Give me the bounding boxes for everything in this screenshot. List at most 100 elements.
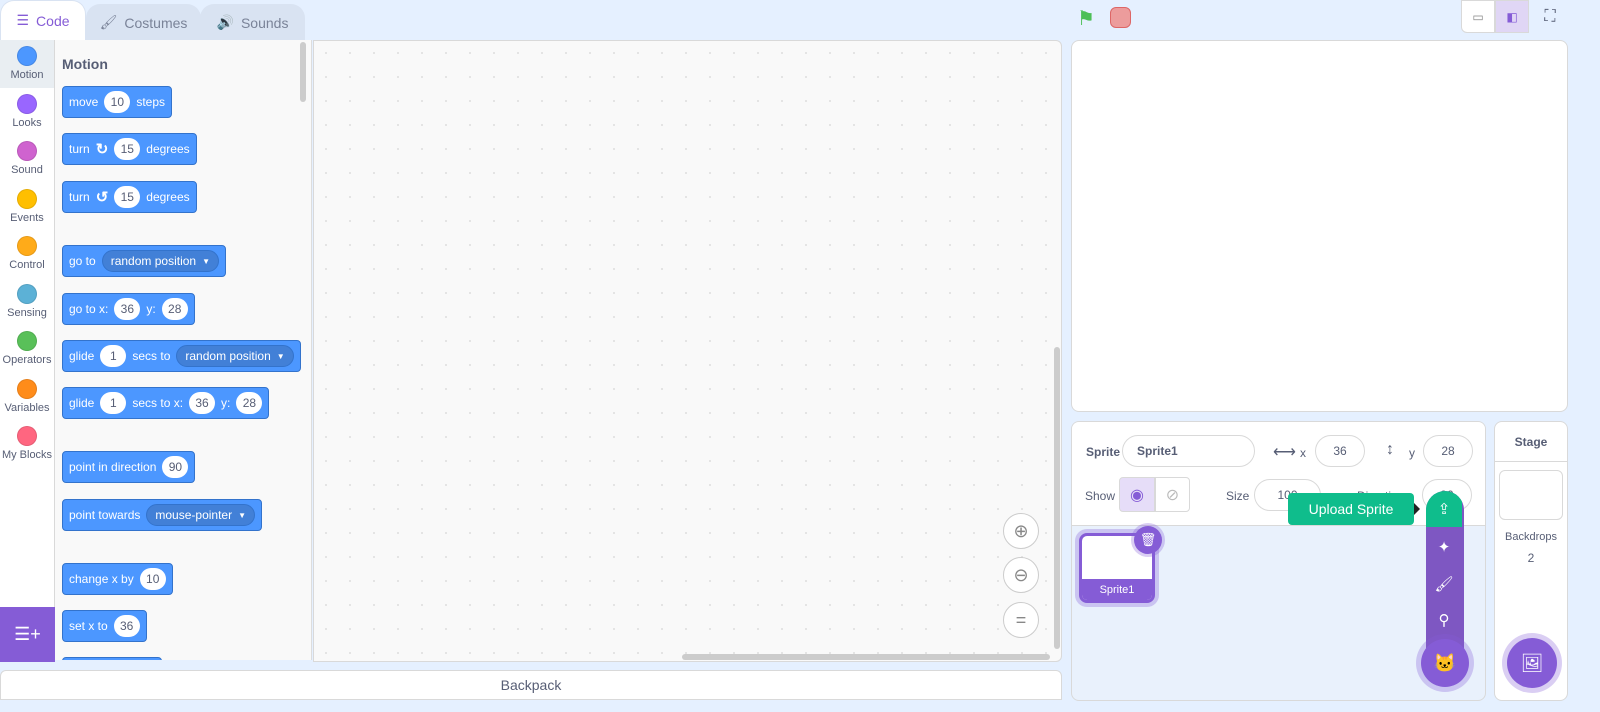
category-motion[interactable]: Motion [0, 40, 54, 88]
zoom-in-button[interactable]: ⊕ [1003, 513, 1039, 549]
category-variables[interactable]: Variables [0, 373, 54, 421]
category-sensing[interactable]: Sensing [0, 278, 54, 326]
category-dot-icon [17, 236, 37, 257]
block-palette: Motion move 10 steps turn ↻ 15 degrees turn ↺ 15 d… [55, 40, 312, 660]
block-label: secs to x: [132, 396, 184, 410]
category-looks[interactable]: Looks [0, 88, 54, 136]
block-label: glide [69, 349, 95, 363]
choose-sprite-cat-icon[interactable]: 🐱 [1421, 639, 1469, 687]
category-dot-icon [17, 426, 37, 447]
number-input[interactable]: 90 [162, 456, 189, 478]
number-input[interactable]: 10 [104, 91, 131, 113]
rotate-right-icon: ↻ [95, 141, 109, 158]
x-arrows-icon: ⟷ [1273, 444, 1296, 461]
number-input[interactable]: 28 [161, 298, 188, 320]
number-input[interactable]: 15 [114, 138, 141, 160]
motion-block[interactable]: go to x: 36 y: 28 [62, 293, 195, 325]
motion-block[interactable]: set x to 36 [62, 610, 147, 642]
motion-block[interactable]: glide 1 secs to x: 36 y: 28 [62, 387, 270, 419]
category-dot-icon [17, 93, 37, 114]
show-visible-eye-icon[interactable]: ◉ [1119, 477, 1155, 512]
surprise-sparkle-icon[interactable]: ✦ [1426, 529, 1462, 565]
block-label: change x by [69, 572, 134, 586]
backpack-header[interactable]: Backpack [0, 670, 1062, 700]
rotate-left-icon: ↺ [95, 189, 109, 206]
category-dot-icon [17, 141, 37, 162]
upload-icon[interactable]: ⇪ [1426, 491, 1462, 527]
block-label: go to [69, 254, 96, 268]
horizontal-scrollbar[interactable] [682, 654, 1050, 660]
small-stage-button[interactable]: ▭ [1461, 0, 1495, 33]
choose-backdrop-icon[interactable]: 🖼 [1507, 638, 1557, 688]
category-dot-icon [17, 378, 37, 399]
green-flag-icon[interactable]: ⚑ [1077, 6, 1095, 31]
block-label: y: [146, 302, 156, 316]
category-sound[interactable]: Sound [0, 135, 54, 183]
number-input[interactable]: 1 [100, 345, 127, 367]
number-input[interactable]: 36 [189, 392, 216, 414]
motion-block[interactable]: go to random position ▼ [62, 245, 227, 277]
script-area[interactable] [313, 40, 1062, 662]
tab-code[interactable]: ☰ Code [0, 0, 86, 40]
dropdown[interactable]: random position ▼ [176, 345, 294, 367]
motion-block[interactable]: turn ↻ 15 degrees [62, 133, 197, 165]
category-dot-icon [17, 331, 37, 352]
delete-sprite-trash-icon[interactable]: 🗑 [1134, 526, 1162, 554]
number-input[interactable]: 10 [139, 568, 166, 590]
large-stage-button[interactable]: ◧ [1495, 0, 1529, 33]
category-control[interactable]: Control [0, 230, 54, 278]
show-hidden-eye-icon[interactable]: ⊘ [1155, 477, 1190, 512]
block-label: go to x: [69, 302, 109, 316]
category-my-blocks[interactable]: My Blocks [0, 420, 54, 468]
category-dot-icon [17, 46, 37, 67]
paint-brush-icon[interactable]: 🖌 [1426, 566, 1462, 602]
block-partial[interactable] [62, 657, 162, 660]
upload-sprite-tooltip: Upload Sprite [1288, 493, 1414, 525]
search-icon[interactable]: ⚲ [1426, 602, 1462, 638]
block-label: degrees [146, 190, 190, 204]
palette-heading: Motion [62, 56, 108, 72]
caret-down-icon: ▼ [238, 510, 247, 520]
block-label: glide [69, 396, 95, 410]
motion-block[interactable]: move 10 steps [62, 86, 173, 118]
y-input[interactable]: 28 [1423, 435, 1473, 467]
x-input[interactable]: 36 [1315, 435, 1365, 467]
number-input[interactable]: 15 [114, 186, 141, 208]
brush-icon: 🖌 [99, 14, 118, 30]
category-operators[interactable]: Operators [0, 325, 54, 373]
dropdown[interactable]: random position ▼ [101, 250, 220, 272]
stage-canvas[interactable] [1071, 40, 1568, 412]
number-input[interactable]: 28 [236, 392, 263, 414]
caret-down-icon: ▼ [276, 351, 285, 361]
block-label: point in direction [69, 460, 157, 474]
backdrop-thumbnail[interactable] [1499, 470, 1563, 520]
tab-costumes[interactable]: 🖌 Costumes [86, 4, 201, 40]
motion-block[interactable]: glide 1 secs to random position ▼ [62, 340, 301, 372]
block-label: turn [69, 142, 90, 156]
stop-icon[interactable] [1110, 7, 1131, 28]
motion-block[interactable]: change x by 10 [62, 563, 173, 595]
category-dot-icon [17, 283, 37, 304]
motion-block[interactable]: point in direction 90 [62, 451, 196, 483]
category-dot-icon [17, 188, 37, 209]
block-label: secs to [132, 349, 171, 363]
fullscreen-icon[interactable]: ⛶ [1535, 2, 1565, 32]
sprite-name-input[interactable]: Sprite1 [1122, 435, 1255, 467]
category-events[interactable]: Events [0, 183, 54, 231]
number-input[interactable]: 36 [113, 615, 140, 637]
block-label: turn [69, 190, 90, 204]
motion-block[interactable]: turn ↺ 15 degrees [62, 181, 197, 213]
dropdown[interactable]: mouse-pointer ▼ [146, 504, 256, 526]
block-label: set x to [69, 619, 108, 633]
tab-sounds[interactable]: 🔊 Sounds [200, 4, 305, 40]
add-extension-button[interactable]: ☰+ [0, 607, 55, 662]
zoom-reset-button[interactable]: = [1003, 602, 1039, 638]
palette-scrollbar[interactable] [300, 42, 306, 102]
vertical-scrollbar[interactable] [1054, 347, 1060, 649]
block-label: degrees [146, 142, 190, 156]
number-input[interactable]: 1 [100, 392, 127, 414]
zoom-out-button[interactable]: ⊖ [1003, 557, 1039, 593]
number-input[interactable]: 36 [114, 298, 141, 320]
motion-block[interactable]: point towards mouse-pointer ▼ [62, 499, 263, 531]
y-arrows-icon: ↕ [1386, 441, 1394, 458]
